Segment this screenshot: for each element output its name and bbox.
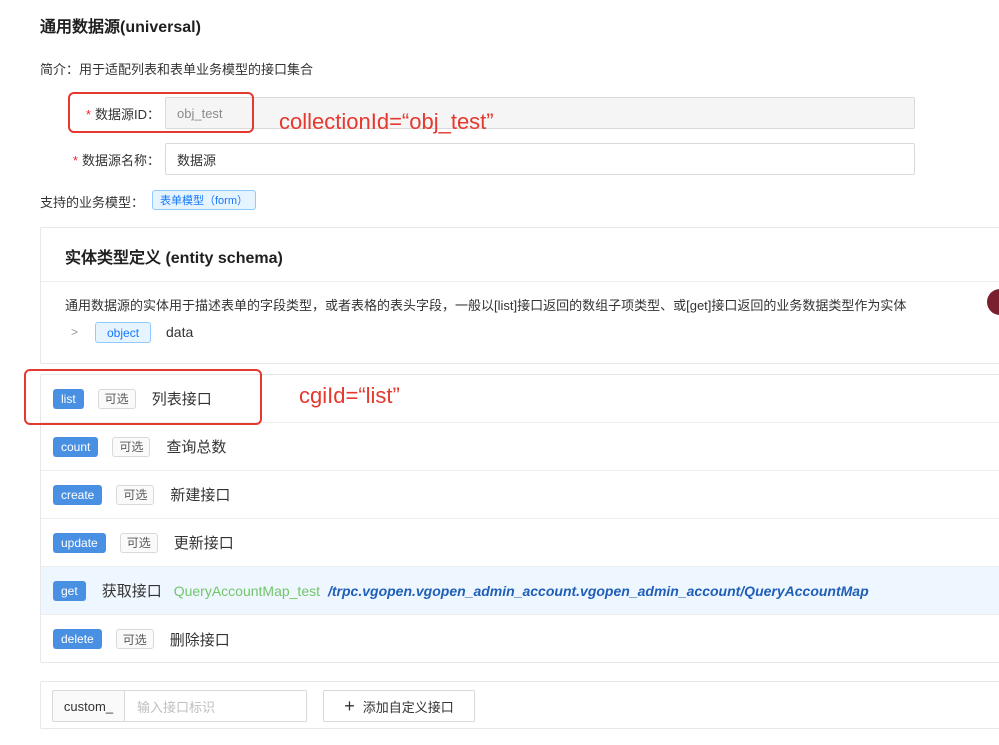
method-tag: delete	[53, 629, 102, 649]
optional-tag: 可选	[115, 629, 154, 649]
api-name: 更新接口	[173, 535, 234, 552]
api-name: 新建接口	[170, 487, 231, 504]
annotation-box-list	[24, 369, 262, 425]
intro-text: 简介：用于适配列表和表单业务模型的接口集合	[40, 62, 314, 77]
api-path[interactable]: /trpc.vgopen.vgopen_admin_account.vgopen…	[328, 583, 869, 599]
api-row-get[interactable]: get 获取接口 QueryAccountMap_test /trpc.vgop…	[41, 567, 999, 615]
optional-tag: 可选	[119, 532, 158, 553]
entity-schema-title: 实体类型定义 (entity schema)	[65, 250, 283, 267]
support-model-tag-wrap: 表单模型（form）	[152, 190, 256, 210]
entity-schema-card: 实体类型定义 (entity schema) 通用数据源的实体用于描述表单的字段…	[40, 227, 999, 364]
entity-schema-header: 实体类型定义 (entity schema)	[41, 228, 999, 282]
api-name: 获取接口	[101, 583, 162, 600]
datasource-name-label-text: 数据源名称：	[81, 153, 160, 168]
api-row-count[interactable]: count 可选 查询总数	[41, 423, 999, 471]
object-type-tag: object	[95, 322, 152, 343]
method-tag: update	[53, 532, 106, 553]
method-tag: create	[53, 484, 103, 505]
api-row-delete[interactable]: delete 可选 删除接口	[41, 615, 999, 663]
method-tag: count	[53, 436, 99, 457]
datasource-name-input[interactable]: 数据源	[165, 143, 915, 175]
chevron-right-icon[interactable]: >	[71, 325, 78, 339]
datasource-id-input[interactable]: obj_test	[165, 97, 915, 129]
datasource-name-value: 数据源	[177, 152, 217, 168]
floating-action-dot[interactable]	[987, 289, 999, 315]
custom-prefix: custom_	[52, 690, 125, 722]
required-mark: *	[72, 153, 78, 168]
add-custom-api-button[interactable]: + 添加自定义接口	[323, 690, 475, 722]
api-row-update[interactable]: update 可选 更新接口	[41, 519, 999, 567]
form-model-tag: 表单模型（form）	[152, 190, 256, 210]
annotation-box-id	[68, 92, 254, 133]
annotation-collection-id: collectionId=“obj_test”	[279, 109, 494, 134]
plus-icon: +	[344, 696, 355, 716]
datasource-name-label: * 数据源名称：	[54, 150, 160, 169]
api-name: 查询总数	[166, 439, 227, 456]
page-title: 通用数据源(universal)	[40, 19, 201, 36]
api-row-create[interactable]: create 可选 新建接口	[41, 471, 999, 519]
method-tag: get	[53, 580, 86, 601]
entity-schema-description: 通用数据源的实体用于描述表单的字段类型，或者表格的表头字段，一般以[list]接…	[65, 298, 907, 313]
annotation-cgi-id: cgiId=“list”	[299, 383, 400, 408]
optional-tag: 可选	[112, 436, 151, 457]
optional-tag: 可选	[116, 484, 155, 505]
custom-api-input[interactable]: 输入接口标识	[124, 690, 307, 722]
custom-api-bar: custom_ 输入接口标识 + 添加自定义接口	[40, 681, 999, 729]
schema-type-tag-wrap: object	[95, 322, 152, 343]
schema-field-name: data	[166, 324, 194, 340]
api-name: 删除接口	[169, 631, 230, 649]
support-model-label: 支持的业务模型：	[40, 195, 145, 210]
custom-api-placeholder: 输入接口标识	[137, 699, 216, 715]
api-model-name[interactable]: QueryAccountMap_test	[174, 583, 320, 599]
add-custom-api-label: 添加自定义接口	[362, 699, 454, 715]
